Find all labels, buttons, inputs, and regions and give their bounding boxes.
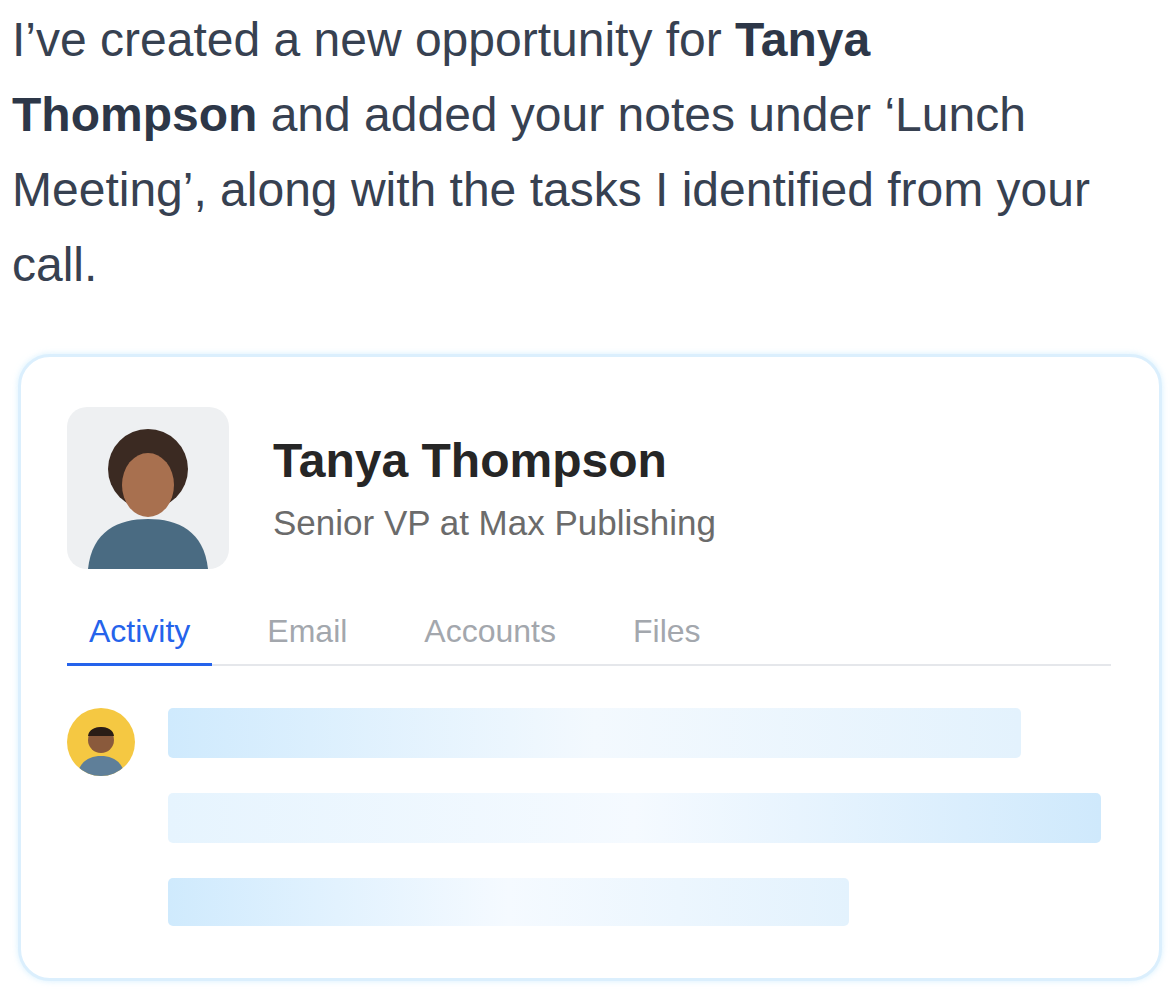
person-icon (78, 419, 218, 569)
tab[interactable]: Accounts (402, 609, 578, 666)
tab-label: Files (633, 613, 701, 649)
tab-label: Accounts (424, 613, 556, 649)
user-avatar (67, 708, 135, 776)
tab-label: Email (267, 613, 347, 649)
assistant-message: I’ve created a new opportunity for Tanya… (0, 0, 1130, 302)
contact-card: Tanya Thompson Senior VP at Max Publishi… (18, 354, 1162, 981)
skeleton-line (168, 793, 1101, 843)
tab[interactable]: Email (245, 609, 369, 666)
tab[interactable]: Activity (67, 609, 212, 666)
tab-label: Activity (89, 613, 190, 649)
message-text: I’ve created a new opportunity for (12, 13, 735, 66)
tab-bar: Activity Email Accounts Files (67, 609, 1111, 666)
tab[interactable]: Files (611, 609, 723, 666)
contact-name: Tanya Thompson (273, 429, 716, 493)
activity-item (67, 708, 1111, 926)
contact-photo (67, 407, 229, 569)
person-icon (73, 718, 129, 776)
contact-title: Senior VP at Max Publishing (273, 499, 716, 547)
skeleton-line (168, 708, 1021, 758)
skeleton-line (168, 878, 849, 926)
